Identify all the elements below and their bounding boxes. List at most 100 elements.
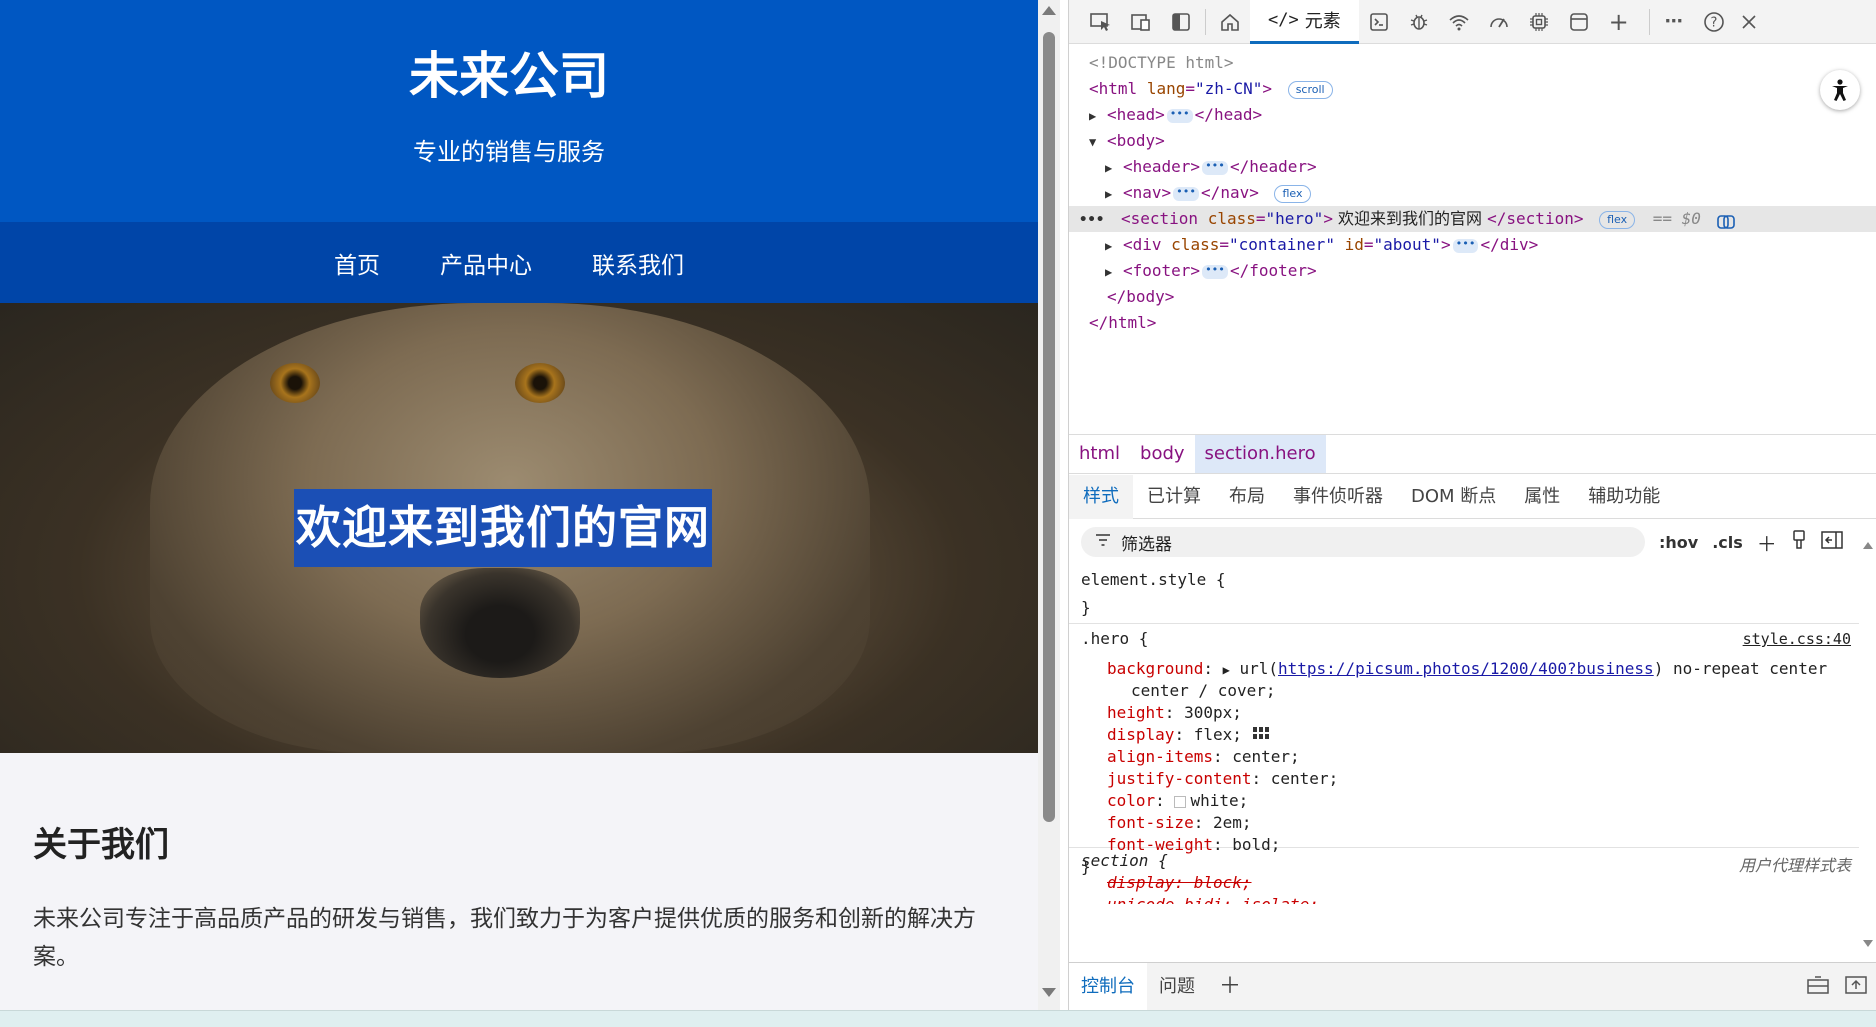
collapsed-ellipsis-icon[interactable]: ••• — [1173, 186, 1200, 201]
page-viewport: 未来公司 专业的销售与服务 首页 产品中心 联系我们 欢迎来到我们的官网 关于我… — [0, 0, 1038, 1010]
nav-link-products[interactable]: 产品中心 — [440, 246, 532, 280]
network-icon[interactable] — [1439, 4, 1479, 40]
tab-styles[interactable]: 样式 — [1069, 474, 1133, 519]
dom-node-div-about[interactable]: ▶ <div class="container" id="about"> ••• </… — [1069, 232, 1876, 258]
expand-arrow-icon[interactable]: ▶ — [1105, 259, 1123, 285]
close-icon[interactable] — [1734, 4, 1764, 40]
tab-layout[interactable]: 布局 — [1215, 475, 1279, 519]
dom-node-body-close[interactable]: </body> — [1069, 284, 1876, 310]
copilot-icon[interactable] — [1716, 212, 1735, 229]
scroll-down-arrow-icon[interactable] — [1863, 940, 1873, 947]
hero-selector: .hero { — [1081, 629, 1149, 648]
drawer-tab-console[interactable]: 控制台 — [1069, 962, 1147, 1011]
expand-arrow-icon[interactable]: ▶ — [1089, 103, 1107, 129]
breadcrumb-section-hero[interactable]: section.hero — [1194, 435, 1326, 473]
decl-align-items[interactable]: align-items: center; — [1069, 746, 1859, 768]
scroll-down-arrow-icon[interactable] — [1042, 988, 1056, 997]
hover-state-toggle[interactable]: :hov — [1659, 533, 1698, 552]
new-style-rule-icon[interactable]: ＋ — [1757, 528, 1777, 557]
lion-nose — [420, 568, 580, 678]
inspect-icon[interactable] — [1081, 4, 1121, 40]
flex-badge[interactable]: flex — [1274, 184, 1311, 203]
collapsed-ellipsis-icon[interactable]: ••• — [1166, 108, 1193, 123]
home-icon[interactable] — [1210, 4, 1250, 40]
decl-justify-content[interactable]: justify-content: center; — [1069, 768, 1859, 790]
rule-hero[interactable]: .hero { style.css:40 background: ▶ url(h… — [1069, 624, 1859, 876]
drawer-add-tab-icon[interactable]: ＋ — [1207, 963, 1253, 1011]
tab-event-listeners[interactable]: 事件侦听器 — [1279, 475, 1397, 519]
sidebar-icon[interactable] — [1161, 4, 1201, 40]
nav-link-contact[interactable]: 联系我们 — [592, 246, 684, 280]
more-icon[interactable]: ⋯ — [1654, 4, 1694, 40]
collapse-arrow-icon[interactable]: ▼ — [1089, 129, 1107, 155]
memory-icon[interactable] — [1519, 4, 1559, 40]
expand-drawer-icon[interactable] — [1845, 975, 1867, 999]
collapsed-ellipsis-icon[interactable]: ••• — [1452, 238, 1479, 253]
collapsed-ellipsis-icon[interactable]: ••• — [1202, 264, 1228, 279]
styles-filter-input[interactable]: 筛选器 — [1081, 527, 1645, 557]
rule-section-ua[interactable]: section { 用户代理样式表 display: block; unicod… — [1069, 848, 1859, 928]
decl-ua-unicode-bidi[interactable]: unicode-bidi: isolate; — [1069, 894, 1859, 904]
style-source-link[interactable]: style.css:40 — [1743, 630, 1851, 648]
expand-arrow-icon[interactable]: ▶ — [1105, 155, 1123, 181]
accessibility-tree-icon[interactable] — [1820, 70, 1860, 110]
tab-properties[interactable]: 属性 — [1510, 475, 1574, 519]
styles-scrollbar[interactable] — [1861, 530, 1875, 960]
tab-accessibility[interactable]: 辅助功能 — [1574, 475, 1674, 519]
dom-node-nav[interactable]: ▶ <nav> ••• </nav> flex — [1069, 180, 1876, 206]
color-swatch[interactable] — [1174, 795, 1187, 808]
scroll-badge[interactable]: scroll — [1287, 80, 1333, 99]
page-scrollbar[interactable] — [1038, 0, 1060, 1010]
decl-display[interactable]: display: flex; — [1069, 724, 1859, 746]
background-url-link[interactable]: https://picsum.photos/1200/400?business — [1278, 659, 1654, 678]
breadcrumb: html body section.hero — [1069, 434, 1876, 474]
decl-color[interactable]: color: white; — [1069, 790, 1859, 812]
toggle-computed-sidebar-icon[interactable] — [1821, 530, 1843, 554]
expand-arrow-icon[interactable]: ▶ — [1223, 663, 1230, 677]
collapsed-ellipsis-icon[interactable]: ••• — [1202, 160, 1228, 175]
dom-node-head[interactable]: ▶ <head> ••• </head> — [1069, 102, 1876, 128]
flexbox-editor-icon[interactable] — [1252, 725, 1270, 747]
drawer-tab-issues[interactable]: 问题 — [1147, 963, 1207, 1011]
tab-dom-breakpoints[interactable]: DOM 断点 — [1397, 475, 1510, 519]
elements-icon: </> — [1268, 10, 1299, 30]
breadcrumb-body[interactable]: body — [1130, 435, 1195, 473]
decl-background[interactable]: background: ▶ url(https://picsum.photos/… — [1069, 658, 1859, 680]
expand-arrow-icon[interactable]: ▶ — [1105, 181, 1123, 207]
dom-node-section-hero[interactable]: ••• <section class="hero"> 欢迎来到我们的官网 </se… — [1069, 206, 1876, 232]
tab-elements[interactable]: </> 元素 — [1250, 0, 1359, 44]
decl-font-size[interactable]: font-size: 2em; — [1069, 812, 1859, 834]
rule-element-style[interactable]: element.style { } — [1069, 564, 1859, 624]
scroll-up-arrow-icon[interactable] — [1042, 6, 1056, 15]
decl-height[interactable]: height: 300px; — [1069, 702, 1859, 724]
dom-node-footer[interactable]: ▶ <footer> ••• </footer> — [1069, 258, 1876, 284]
breadcrumb-html[interactable]: html — [1069, 435, 1130, 473]
dom-node-doctype[interactable]: <!DOCTYPE html> — [1069, 50, 1876, 76]
dock-drawer-icon[interactable] — [1807, 975, 1829, 999]
class-toggle[interactable]: .cls — [1712, 533, 1743, 552]
bug-icon[interactable] — [1399, 4, 1439, 40]
tab-computed[interactable]: 已计算 — [1133, 475, 1215, 519]
toolbar-divider — [1205, 8, 1206, 35]
application-icon[interactable] — [1559, 4, 1599, 40]
scrollbar-thumb[interactable] — [1043, 32, 1055, 822]
performance-icon[interactable] — [1479, 4, 1519, 40]
device-emulation-icon[interactable] — [1121, 4, 1161, 40]
dom-node-html[interactable]: <html lang="zh-CN"> scroll — [1069, 76, 1876, 102]
paint-brush-icon[interactable] — [1791, 529, 1807, 555]
help-icon[interactable]: ? — [1694, 4, 1734, 40]
scroll-up-arrow-icon[interactable] — [1863, 542, 1873, 549]
console-icon[interactable] — [1359, 4, 1399, 40]
dom-node-html-close[interactable]: </html> — [1069, 310, 1876, 336]
decl-background-cont: center / cover; — [1131, 681, 1276, 700]
nav-link-home[interactable]: 首页 — [334, 246, 380, 280]
about-text: 未来公司专注于高品质产品的研发与销售，我们致力于为客户提供优质的服务和创新的解决… — [33, 906, 976, 970]
dom-node-header[interactable]: ▶ <header> ••• </header> — [1069, 154, 1876, 180]
expand-arrow-icon[interactable]: ▶ — [1105, 233, 1123, 259]
dom-node-body[interactable]: ▼ <body> — [1069, 128, 1876, 154]
devtools-toolbar: </> 元素 + ⋯ ? — [1069, 0, 1876, 44]
site-title: 未来公司 — [409, 47, 609, 105]
flex-badge[interactable]: flex — [1599, 210, 1636, 229]
add-tab-icon[interactable]: + — [1599, 4, 1639, 40]
node-actions-icon[interactable]: ••• — [1079, 207, 1121, 233]
